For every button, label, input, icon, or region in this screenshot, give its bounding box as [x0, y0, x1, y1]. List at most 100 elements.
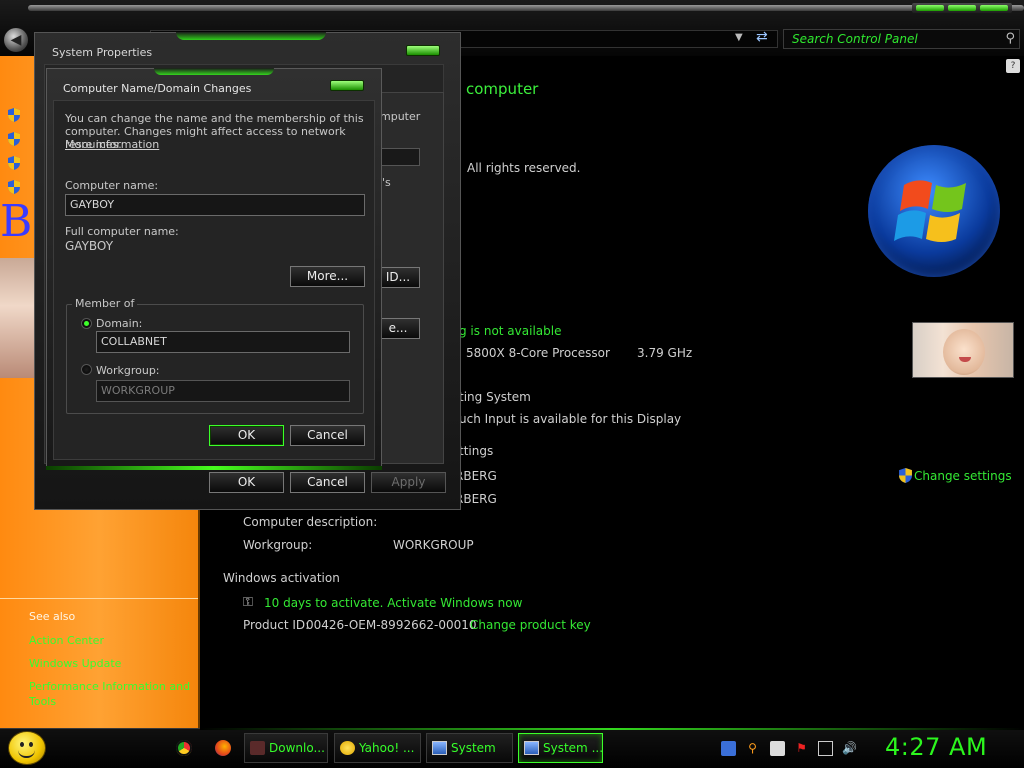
system-properties-close-button[interactable]: [406, 45, 440, 56]
divider: [0, 598, 198, 599]
taskbar-button-label: Yahoo! ...: [359, 741, 415, 755]
computer-name-input[interactable]: GAYBOY: [65, 194, 365, 216]
title-glow: [176, 32, 326, 40]
tray-volume-icon[interactable]: 🔊: [842, 741, 857, 756]
tray-flag-icon[interactable]: ⚑: [794, 741, 809, 756]
key-icon: ⚿: [243, 595, 253, 610]
domain-radio[interactable]: [81, 318, 92, 329]
chrome-icon[interactable]: [176, 740, 192, 756]
yahoo-messenger-icon: [340, 741, 355, 755]
tray-document-icon[interactable]: [770, 741, 785, 756]
change-product-key-link[interactable]: Change product key: [470, 618, 591, 632]
back-arrow-icon: ◀: [10, 32, 22, 48]
full-computer-name-value: GAYBOY: [65, 239, 114, 253]
shield-icon: [8, 132, 20, 146]
shield-icon: [8, 156, 20, 170]
product-id-label: Product ID:: [243, 618, 310, 632]
workgroup-value: WORKGROUP: [393, 538, 474, 552]
shield-icon: [8, 180, 20, 194]
rating-link[interactable]: g is not available: [459, 324, 561, 338]
taskbar-button-system[interactable]: System: [426, 733, 513, 763]
taskbar-button-label: Downlo...: [269, 741, 325, 755]
member-of-label: Member of: [72, 297, 138, 310]
link-windows-update[interactable]: Windows Update: [29, 656, 194, 671]
help-icon[interactable]: ?: [1006, 59, 1020, 73]
sp-apply-button[interactable]: Apply: [371, 472, 446, 493]
shield-icon: [899, 468, 912, 486]
dialog-title: Computer Name/Domain Changes: [63, 82, 252, 95]
user-account-picture: [912, 322, 1014, 378]
change-settings-link[interactable]: Change settings: [914, 469, 1012, 483]
windows-flag-icon: [894, 180, 966, 242]
workgroup-input[interactable]: WORKGROUP: [96, 380, 350, 402]
search-icon[interactable]: ⚲: [1005, 31, 1015, 46]
computer-name-section-heading: ttings: [459, 444, 494, 458]
system-properties-title: System Properties: [52, 46, 153, 59]
taskbar-button-yahoo[interactable]: Yahoo! ...: [334, 733, 421, 763]
sp-ok-button[interactable]: OK: [209, 472, 284, 493]
title-glow: [154, 68, 274, 75]
more-information-link[interactable]: More information: [65, 138, 159, 151]
processor-speed: 3.79 GHz: [637, 346, 693, 360]
taskbar-clock[interactable]: 4:27 AM: [885, 733, 987, 761]
more-button[interactable]: More...: [290, 266, 365, 287]
window-control-buttons[interactable]: [912, 3, 1012, 13]
shield-icon: [8, 108, 20, 122]
download-app-icon: [250, 741, 265, 755]
full-computer-name-label: Full computer name:: [65, 225, 179, 238]
search-input[interactable]: Search Control Panel ⚲: [783, 29, 1020, 49]
system-type-value: ting System: [459, 390, 531, 404]
search-placeholder: Search Control Panel: [792, 32, 918, 46]
sp-description-field[interactable]: [378, 148, 420, 166]
dialog-cancel-button[interactable]: Cancel: [290, 425, 365, 446]
taskbar-button-label: System ...: [543, 741, 603, 755]
sp-cancel-button[interactable]: Cancel: [290, 472, 365, 493]
taskbar-button-label: System: [451, 741, 496, 755]
decorative-letter: B: [0, 196, 33, 247]
full-computer-name-value: RBERG: [455, 492, 497, 506]
tray-display-icon[interactable]: [818, 741, 833, 756]
link-action-center[interactable]: Action Center: [29, 633, 194, 648]
workgroup-label: Workgroup:: [243, 538, 313, 552]
sp-text-fragment: 's: [382, 176, 391, 189]
domain-input[interactable]: COLLABNET: [96, 331, 350, 353]
title-bar-line: [28, 5, 1024, 11]
system-icon: [432, 741, 447, 755]
address-dropdown-icon[interactable]: ▼: [735, 32, 743, 43]
tray-search-icon[interactable]: ⚲: [745, 741, 760, 756]
dialog-bottom-glow: [46, 466, 382, 470]
product-id-value: 00426-OEM-8992662-00010: [306, 618, 477, 632]
activate-windows-link[interactable]: 10 days to activate. Activate Windows no…: [264, 596, 522, 610]
workgroup-label: Workgroup:: [96, 364, 160, 377]
sp-description-fragment: mputer: [380, 110, 421, 123]
back-button[interactable]: ◀: [4, 28, 28, 52]
firefox-icon[interactable]: [215, 740, 231, 756]
wallpaper-photo: [0, 258, 34, 378]
see-also-heading: See also: [29, 610, 76, 623]
activation-heading: Windows activation: [223, 571, 340, 585]
page-heading: computer: [466, 80, 539, 98]
dialog-close-button[interactable]: [330, 80, 364, 91]
start-button-smiley-icon[interactable]: [8, 731, 46, 765]
refresh-icon[interactable]: ⇄: [756, 29, 768, 45]
processor-value: 5800X 8-Core Processor: [466, 346, 610, 360]
network-id-button[interactable]: ID...: [376, 267, 420, 288]
taskbar-glow: [200, 728, 1024, 730]
workgroup-radio[interactable]: [81, 364, 92, 375]
system-icon: [524, 741, 539, 755]
tray-network-icon[interactable]: [721, 741, 736, 756]
taskbar-button-system-active[interactable]: System ...: [518, 733, 603, 763]
taskbar-button-downloads[interactable]: Downlo...: [244, 733, 328, 763]
minimize-button[interactable]: [916, 5, 944, 11]
copyright-text: All rights reserved.: [467, 161, 581, 175]
computer-description-label: Computer description:: [243, 515, 378, 529]
windows-logo-icon: [868, 145, 1000, 277]
domain-label: Domain:: [96, 317, 143, 330]
dialog-ok-button[interactable]: OK: [209, 425, 284, 446]
pen-touch-value: uch Input is available for this Display: [459, 412, 682, 426]
maximize-button[interactable]: [948, 5, 976, 11]
computer-name-label: Computer name:: [65, 179, 159, 192]
link-performance-information[interactable]: Performance Information and Tools: [29, 679, 194, 709]
close-button[interactable]: [980, 5, 1008, 11]
change-button[interactable]: e...: [376, 318, 420, 339]
